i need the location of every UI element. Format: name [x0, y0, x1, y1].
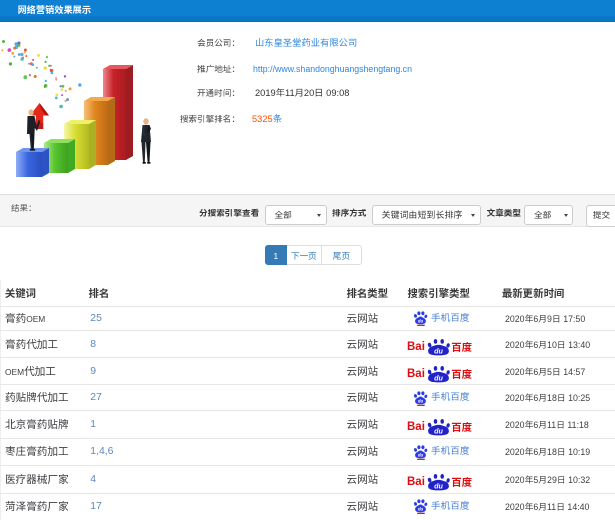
- svg-text:du: du: [435, 481, 444, 490]
- svg-text:du: du: [417, 452, 423, 457]
- svg-text:du: du: [435, 346, 444, 355]
- svg-text:du: du: [435, 373, 444, 382]
- svg-text:du: du: [417, 319, 423, 324]
- svg-text:du: du: [417, 507, 423, 512]
- svg-text:du: du: [417, 398, 423, 403]
- svg-text:du: du: [435, 426, 444, 435]
